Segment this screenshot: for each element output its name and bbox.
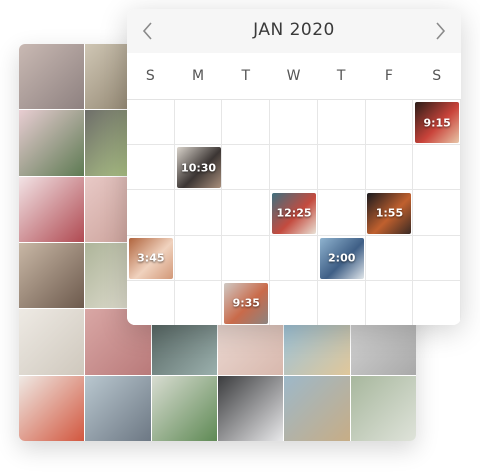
calendar-day-cell[interactable] [174, 280, 223, 325]
calendar-day-cell[interactable] [270, 145, 318, 191]
tropical-plants-photo [350, 375, 416, 441]
calendar-day-cell[interactable] [365, 280, 414, 325]
calendar-day-cell[interactable] [222, 100, 271, 146]
white-outfit-photo [19, 309, 85, 375]
calendar-day-cell[interactable] [317, 100, 366, 146]
woman-portrait-photo [19, 243, 85, 309]
calendar-day-cell[interactable] [174, 235, 223, 281]
monstera-leaves-photo [151, 375, 217, 441]
weekday-wednesday: W [286, 68, 302, 84]
post-time-label: 10:30 [181, 161, 217, 175]
scheduled-post-thumbnail[interactable]: 9:35 [224, 282, 269, 324]
calendar-day-cell[interactable] [317, 145, 366, 191]
scheduled-post-thumbnail[interactable]: 10:30 [176, 147, 221, 189]
calendar-day-cell[interactable] [317, 190, 366, 236]
post-time-label: 12:25 [276, 206, 312, 220]
couple-street-photo [85, 375, 151, 441]
calendar-header: JAN 2020 [127, 9, 461, 53]
orchids-photo [218, 375, 284, 441]
weekday-monday: M [192, 68, 206, 84]
calendar-day-cell[interactable] [127, 190, 175, 236]
city-lake-photo [284, 375, 350, 441]
weekday-thursday: T [336, 68, 347, 84]
weekday-sunday: S [145, 68, 156, 84]
calendar-day-cell[interactable] [413, 280, 461, 325]
calendar-day-cell[interactable] [174, 190, 223, 236]
post-time-label: 9:35 [232, 296, 260, 310]
chevron-right-icon[interactable] [427, 18, 451, 44]
post-time-label: 2:00 [328, 251, 356, 265]
flower-bouquet-photo [19, 375, 85, 441]
calendar-day-cell[interactable] [413, 190, 461, 236]
city-skyline-photo [19, 44, 85, 110]
calendar-day-cell[interactable] [413, 145, 461, 191]
calendar-day-cell[interactable] [222, 145, 271, 191]
weekday-tuesday: T [241, 68, 252, 84]
calendar-day-cell[interactable] [365, 100, 414, 146]
post-time-label: 1:55 [375, 206, 404, 220]
scheduled-post-thumbnail[interactable]: 3:45 [128, 237, 173, 279]
calendar-day-cell[interactable] [174, 100, 223, 146]
calendar-day-cell[interactable] [222, 190, 271, 236]
calendar-day-cell[interactable] [317, 280, 366, 325]
scheduled-post-thumbnail[interactable]: 9:15 [415, 102, 460, 144]
post-time-label: 9:15 [423, 116, 451, 130]
berry-cake-photo [19, 176, 85, 242]
calendar-day-cell[interactable] [127, 280, 175, 325]
weekday-header-row: S M T W T F S [127, 53, 461, 99]
scheduled-post-thumbnail[interactable]: 12:25 [272, 192, 316, 234]
calendar-day-cell[interactable] [127, 100, 175, 146]
calendar-day-grid: 9:15 10:30 12:25 1:55 3:45 2:00 9:35 [127, 99, 461, 325]
weekday-friday: F [384, 68, 394, 84]
calendar-day-cell[interactable] [222, 235, 271, 281]
calendar-day-cell[interactable] [270, 280, 318, 325]
calendar-day-cell[interactable] [365, 235, 414, 281]
calendar-day-cell[interactable] [270, 100, 318, 146]
calendar-day-cell[interactable] [365, 145, 414, 191]
post-time-label: 3:45 [137, 251, 165, 265]
month-title: JAN 2020 [253, 20, 335, 40]
calendar-day-cell[interactable] [413, 235, 461, 281]
scheduled-post-thumbnail[interactable]: 2:00 [319, 237, 364, 279]
calendar-day-cell[interactable] [270, 235, 318, 281]
scheduled-post-thumbnail[interactable]: 1:55 [367, 192, 412, 234]
cactus-photo [19, 110, 85, 176]
calendar-card: JAN 2020 S M T W T F S 9:15 10:30 12:25 1:5… [127, 9, 461, 325]
weekday-saturday: S [432, 68, 443, 84]
calendar-day-cell[interactable] [127, 145, 175, 191]
